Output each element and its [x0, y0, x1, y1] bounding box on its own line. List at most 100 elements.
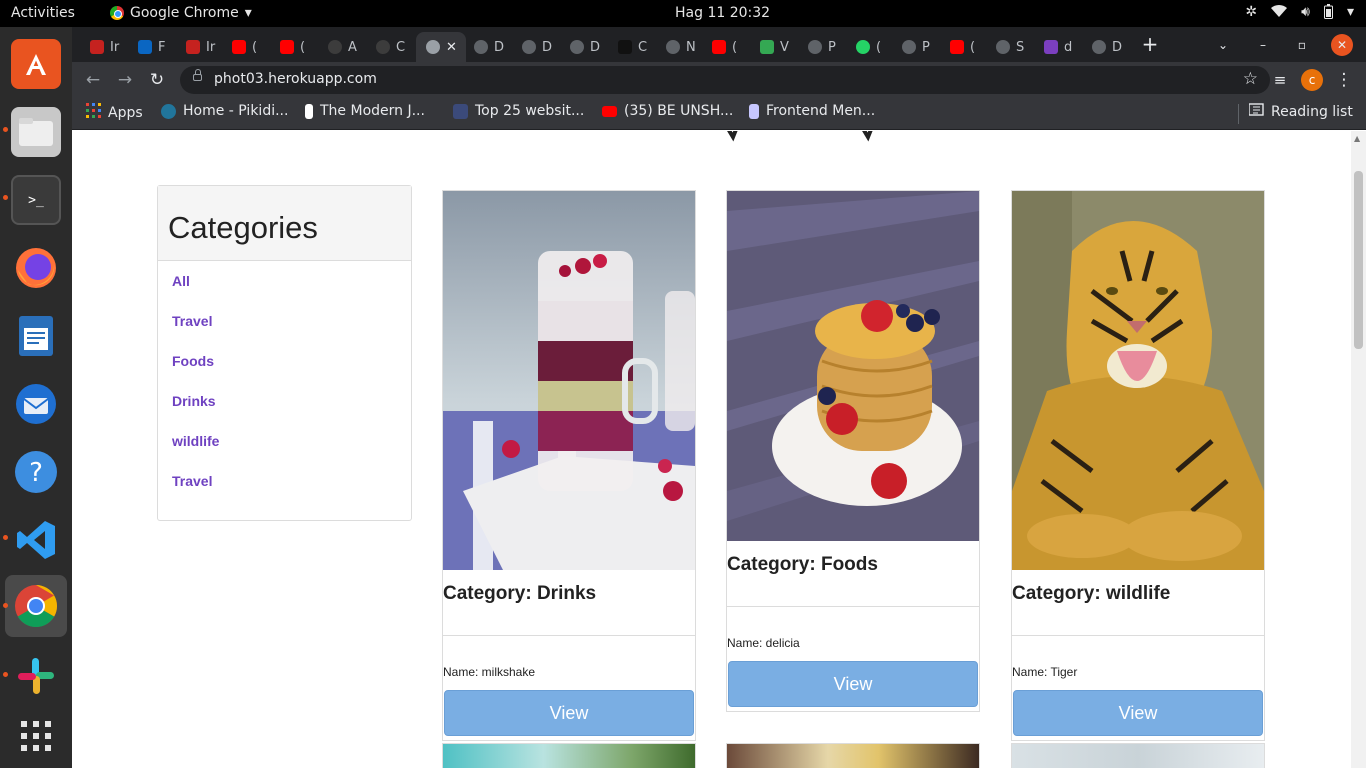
more-menu-icon[interactable]: ⋮ — [1332, 68, 1356, 92]
running-indicator — [3, 195, 8, 200]
tds-icon — [453, 103, 468, 119]
photo-card-partial[interactable] — [726, 743, 980, 768]
profile-avatar[interactable]: c — [1301, 69, 1323, 91]
divider — [1238, 104, 1239, 124]
bookmark-item[interactable]: (35) BE UNSH... — [602, 103, 733, 119]
url-text[interactable]: phot03.herokuapp.com — [214, 71, 377, 87]
maximize-button[interactable]: ▫ — [1291, 34, 1313, 56]
activities-button[interactable]: Activities — [11, 5, 75, 21]
milkshake-image[interactable] — [443, 191, 695, 570]
page-heading-clipped — [717, 131, 887, 151]
photo-card: Category: wildlife Name: Tiger View — [1011, 190, 1265, 741]
running-indicator — [3, 603, 8, 608]
tab[interactable]: ( — [940, 32, 975, 62]
tab[interactable]: Ir — [80, 32, 119, 62]
tab[interactable]: A — [338, 32, 357, 62]
ubuntu-software-icon[interactable] — [11, 39, 61, 89]
firefox-icon[interactable] — [11, 243, 61, 293]
site-icon — [305, 103, 313, 119]
categories-list: All Travel Foods Drinks wildlife Travel — [158, 261, 411, 521]
tab[interactable]: d — [1034, 32, 1072, 62]
page-scrollbar[interactable]: ▲ — [1351, 131, 1366, 768]
show-applications-icon[interactable] — [11, 711, 61, 761]
globe-icon — [666, 40, 680, 54]
tab[interactable]: Ir — [176, 32, 215, 62]
slack-tray-icon[interactable]: ✲ — [1245, 4, 1257, 23]
slack-icon[interactable] — [11, 651, 61, 701]
media-controls-icon[interactable]: ≡ — [1268, 68, 1292, 92]
bookmark-item[interactable]: Top 25 websit... — [453, 103, 584, 119]
tab[interactable]: D — [512, 32, 552, 62]
category-link-wildlife[interactable]: wildlife — [172, 431, 397, 471]
frontend-mentor-icon — [749, 103, 759, 119]
scrollbar-thumb[interactable] — [1354, 171, 1363, 349]
address-bar[interactable]: phot03.herokuapp.com ☆ — [180, 66, 1270, 94]
tab[interactable]: ( — [702, 32, 737, 62]
new-tab-button[interactable]: + — [1138, 33, 1162, 57]
tab-active[interactable]: ✕ — [416, 32, 466, 62]
chevron-down-icon[interactable]: ▾ — [1347, 4, 1354, 23]
help-icon[interactable]: ? — [11, 447, 61, 497]
scroll-up-arrow[interactable]: ▲ — [1354, 134, 1360, 143]
tab[interactable]: ( — [222, 32, 257, 62]
tab[interactable]: D — [464, 32, 504, 62]
tab[interactable]: N — [656, 32, 696, 62]
tab[interactable]: P — [798, 32, 836, 62]
reading-list-button[interactable]: Reading list — [1248, 103, 1353, 120]
running-indicator — [3, 672, 8, 677]
tab[interactable]: S — [986, 32, 1024, 62]
globe-icon — [996, 40, 1010, 54]
lock-icon[interactable] — [193, 69, 202, 81]
tab[interactable]: ( — [846, 32, 881, 62]
app-name: Google Chrome — [130, 5, 239, 21]
tab[interactable]: C — [366, 32, 405, 62]
reload-button[interactable]: ↻ — [145, 68, 169, 92]
category-link-foods[interactable]: Foods — [172, 351, 397, 391]
back-button[interactable]: ← — [81, 68, 105, 92]
tab[interactable]: D — [560, 32, 600, 62]
tab[interactable]: C — [608, 32, 647, 62]
category-link-travel-2[interactable]: Travel — [172, 471, 397, 511]
globe-icon — [902, 40, 916, 54]
tiger-image[interactable] — [1012, 191, 1264, 570]
card-category: Category: Foods — [727, 546, 979, 607]
tab-search-button[interactable]: ⌄ — [1212, 34, 1234, 56]
web-page: Categories All Travel Foods Drinks wildl… — [72, 131, 1351, 768]
view-button[interactable]: View — [728, 661, 978, 707]
files-icon[interactable] — [11, 107, 61, 157]
libreoffice-writer-icon[interactable] — [11, 311, 61, 361]
category-link-travel[interactable]: Travel — [172, 311, 397, 351]
apps-grid-icon — [86, 103, 101, 122]
tab[interactable]: V — [750, 32, 789, 62]
categories-title: Categories — [158, 186, 411, 261]
bookmark-item[interactable]: Home - Pikidi... — [161, 103, 288, 119]
system-tray[interactable]: ✲ 🔊︎ ▾ — [1245, 4, 1354, 23]
bookmark-item[interactable]: The Modern J... — [305, 103, 425, 119]
tab[interactable]: D — [1082, 32, 1122, 62]
bookmark-star-icon[interactable]: ☆ — [1243, 69, 1258, 89]
app-menu[interactable]: Google Chrome ▾ — [110, 5, 252, 21]
globe-icon — [570, 40, 584, 54]
clock[interactable]: Hag 11 20:32 — [675, 5, 770, 21]
pancakes-image[interactable] — [727, 191, 979, 541]
close-window-button[interactable]: ✕ — [1331, 34, 1353, 56]
tab[interactable]: ( — [270, 32, 305, 62]
thunderbird-icon[interactable] — [11, 379, 61, 429]
tab[interactable]: F — [128, 32, 165, 62]
wifi-icon — [1271, 4, 1288, 23]
photo-card-partial[interactable] — [1011, 743, 1265, 768]
minimize-button[interactable]: – — [1252, 34, 1274, 56]
view-button[interactable]: View — [1013, 690, 1263, 736]
bookmark-apps[interactable]: Apps — [86, 103, 143, 122]
category-link-all[interactable]: All — [172, 271, 397, 311]
terminal-icon[interactable]: >_ — [11, 175, 61, 225]
view-button[interactable]: View — [444, 690, 694, 736]
chrome-dock-icon[interactable] — [5, 575, 67, 637]
forward-button[interactable]: → — [113, 68, 137, 92]
bookmark-item[interactable]: Frontend Men... — [749, 103, 875, 119]
vscode-icon[interactable] — [11, 515, 61, 565]
photo-card-partial[interactable] — [442, 743, 696, 768]
category-link-drinks[interactable]: Drinks — [172, 391, 397, 431]
tab[interactable]: P — [892, 32, 930, 62]
close-icon[interactable]: ✕ — [446, 40, 457, 55]
